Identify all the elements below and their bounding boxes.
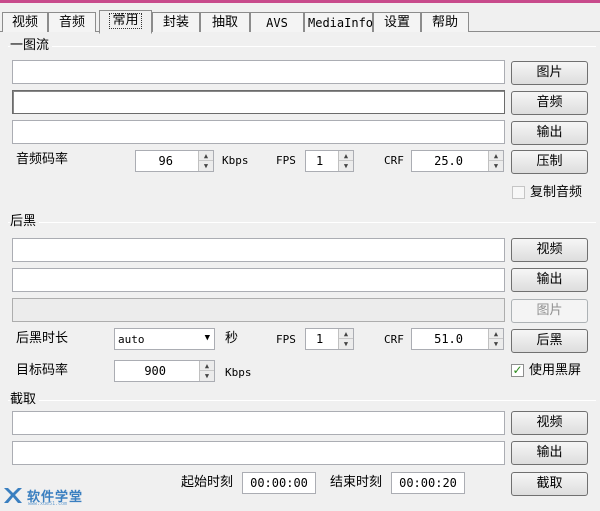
- image-path-field-disabled: [12, 298, 505, 322]
- spinner-value: 51.0: [434, 332, 463, 346]
- spinner-value: 1: [316, 154, 324, 168]
- audio-bitrate-label: 音频码率: [16, 152, 69, 167]
- tab-audio[interactable]: 音频: [48, 12, 96, 32]
- kbps-unit: Kbps: [222, 154, 249, 167]
- video-button[interactable]: 视频: [511, 238, 588, 262]
- audio-bitrate-spinner[interactable]: 96 ▲ ▼: [135, 150, 214, 172]
- section-divider: [8, 46, 596, 47]
- end-time-field[interactable]: 00:00:20: [391, 472, 465, 494]
- spin-down-icon[interactable]: ▼: [199, 161, 213, 171]
- spinner-arrows[interactable]: ▲ ▼: [338, 151, 353, 171]
- output-path-field[interactable]: [12, 268, 505, 292]
- tab-label: MediaInfo: [308, 16, 374, 30]
- spinner-arrows[interactable]: ▲ ▼: [488, 151, 503, 171]
- tab-label: 封装: [162, 15, 189, 30]
- tab-label: 音频: [58, 15, 85, 30]
- tab-help[interactable]: 帮助: [421, 12, 469, 32]
- checkmark-icon: ✓: [512, 363, 523, 377]
- target-bitrate-spinner[interactable]: 900 ▲ ▼: [114, 360, 215, 382]
- spin-up-icon[interactable]: ▲: [199, 151, 213, 161]
- spinner-value: 25.0: [434, 154, 463, 168]
- spinner-arrows[interactable]: ▲ ▼: [198, 151, 213, 171]
- section-title-single-image: 一图流: [10, 38, 53, 54]
- spinner-value: 96: [158, 154, 173, 168]
- tab-label: 设置: [383, 15, 410, 30]
- fps-label: FPS: [276, 333, 296, 346]
- image-button-disabled: 图片: [511, 299, 588, 323]
- spinner-arrows[interactable]: ▲ ▼: [338, 329, 353, 349]
- section-title-cut: 截取: [10, 392, 40, 408]
- spin-down-icon[interactable]: ▼: [489, 339, 503, 349]
- start-time-field[interactable]: 00:00:00: [242, 472, 316, 494]
- output-path-field[interactable]: [12, 120, 505, 144]
- spinner-value: 1: [316, 332, 324, 346]
- output-path-field[interactable]: [12, 441, 505, 465]
- tab-settings[interactable]: 设置: [373, 12, 421, 32]
- kbps-unit: Kbps: [225, 366, 252, 379]
- end-time-label: 结束时刻: [330, 475, 383, 490]
- cut-button[interactable]: 截取: [511, 472, 588, 496]
- spinner-arrows[interactable]: ▲ ▼: [488, 329, 503, 349]
- tab-common[interactable]: 常用: [99, 10, 152, 34]
- spin-up-icon[interactable]: ▲: [489, 151, 503, 161]
- compress-button[interactable]: 压制: [511, 150, 588, 174]
- video-path-field[interactable]: [12, 411, 505, 435]
- tab-label: 视频: [11, 15, 38, 30]
- spin-up-icon[interactable]: ▲: [339, 329, 353, 339]
- output-button[interactable]: 输出: [511, 121, 588, 145]
- black-duration-label: 后黑时长: [16, 331, 69, 346]
- tab-video[interactable]: 视频: [2, 12, 48, 32]
- window-top-border: [0, 0, 600, 3]
- crf-spinner[interactable]: 25.0 ▲ ▼: [411, 150, 504, 172]
- copy-audio-checkbox[interactable]: [512, 186, 525, 199]
- tab-label: 抽取: [211, 15, 238, 30]
- spin-up-icon[interactable]: ▲: [200, 361, 214, 371]
- start-time-label: 起始时刻: [181, 475, 234, 490]
- spin-up-icon[interactable]: ▲: [339, 151, 353, 161]
- watermark-logo-icon: [4, 488, 22, 503]
- crf-label: CRF: [384, 154, 404, 167]
- fps-spinner[interactable]: 1 ▲ ▼: [305, 328, 354, 350]
- watermark-subtext: www.xue51.com: [28, 501, 68, 507]
- tab-mediainfo[interactable]: MediaInfo: [304, 12, 373, 32]
- output-button[interactable]: 输出: [511, 268, 588, 292]
- spin-up-icon[interactable]: ▲: [489, 329, 503, 339]
- fps-spinner[interactable]: 1 ▲ ▼: [305, 150, 354, 172]
- use-black-checkbox[interactable]: ✓: [511, 364, 524, 377]
- copy-audio-label: 复制音频: [530, 185, 583, 200]
- black-duration-dropdown[interactable]: auto ▼: [114, 328, 215, 350]
- tab-avs[interactable]: AVS: [250, 12, 304, 32]
- tab-label: 常用: [109, 13, 142, 29]
- image-button[interactable]: 图片: [511, 61, 588, 85]
- section-divider: [8, 400, 596, 401]
- fps-label: FPS: [276, 154, 296, 167]
- tab-mux[interactable]: 封装: [152, 12, 200, 32]
- tab-bar: 视频 音频 常用 封装 抽取 AVS MediaInfo 设置 帮助: [0, 10, 600, 34]
- dropdown-value: auto: [118, 333, 145, 346]
- spin-down-icon[interactable]: ▼: [339, 161, 353, 171]
- tab-label: 帮助: [431, 15, 458, 30]
- audio-path-field[interactable]: [12, 90, 505, 114]
- video-path-field[interactable]: [12, 238, 505, 262]
- crf-label: CRF: [384, 333, 404, 346]
- chevron-down-icon[interactable]: ▼: [205, 333, 210, 343]
- spinner-arrows[interactable]: ▲ ▼: [199, 361, 214, 381]
- crf-spinner[interactable]: 51.0 ▲ ▼: [411, 328, 504, 350]
- black-tail-button[interactable]: 后黑: [511, 329, 588, 353]
- image-path-field[interactable]: [12, 60, 505, 84]
- tab-extract[interactable]: 抽取: [200, 12, 250, 32]
- spinner-value: 900: [144, 364, 166, 378]
- section-title-black-tail: 后黑: [10, 214, 40, 230]
- audio-button[interactable]: 音频: [511, 91, 588, 115]
- target-bitrate-label: 目标码率: [16, 363, 69, 378]
- output-button[interactable]: 输出: [511, 441, 588, 465]
- spin-down-icon[interactable]: ▼: [489, 161, 503, 171]
- video-button[interactable]: 视频: [511, 411, 588, 435]
- spin-down-icon[interactable]: ▼: [200, 371, 214, 381]
- section-divider: [8, 222, 596, 223]
- seconds-unit: 秒: [225, 331, 239, 346]
- use-black-label: 使用黑屏: [529, 363, 582, 378]
- spin-down-icon[interactable]: ▼: [339, 339, 353, 349]
- tab-label: AVS: [266, 16, 288, 30]
